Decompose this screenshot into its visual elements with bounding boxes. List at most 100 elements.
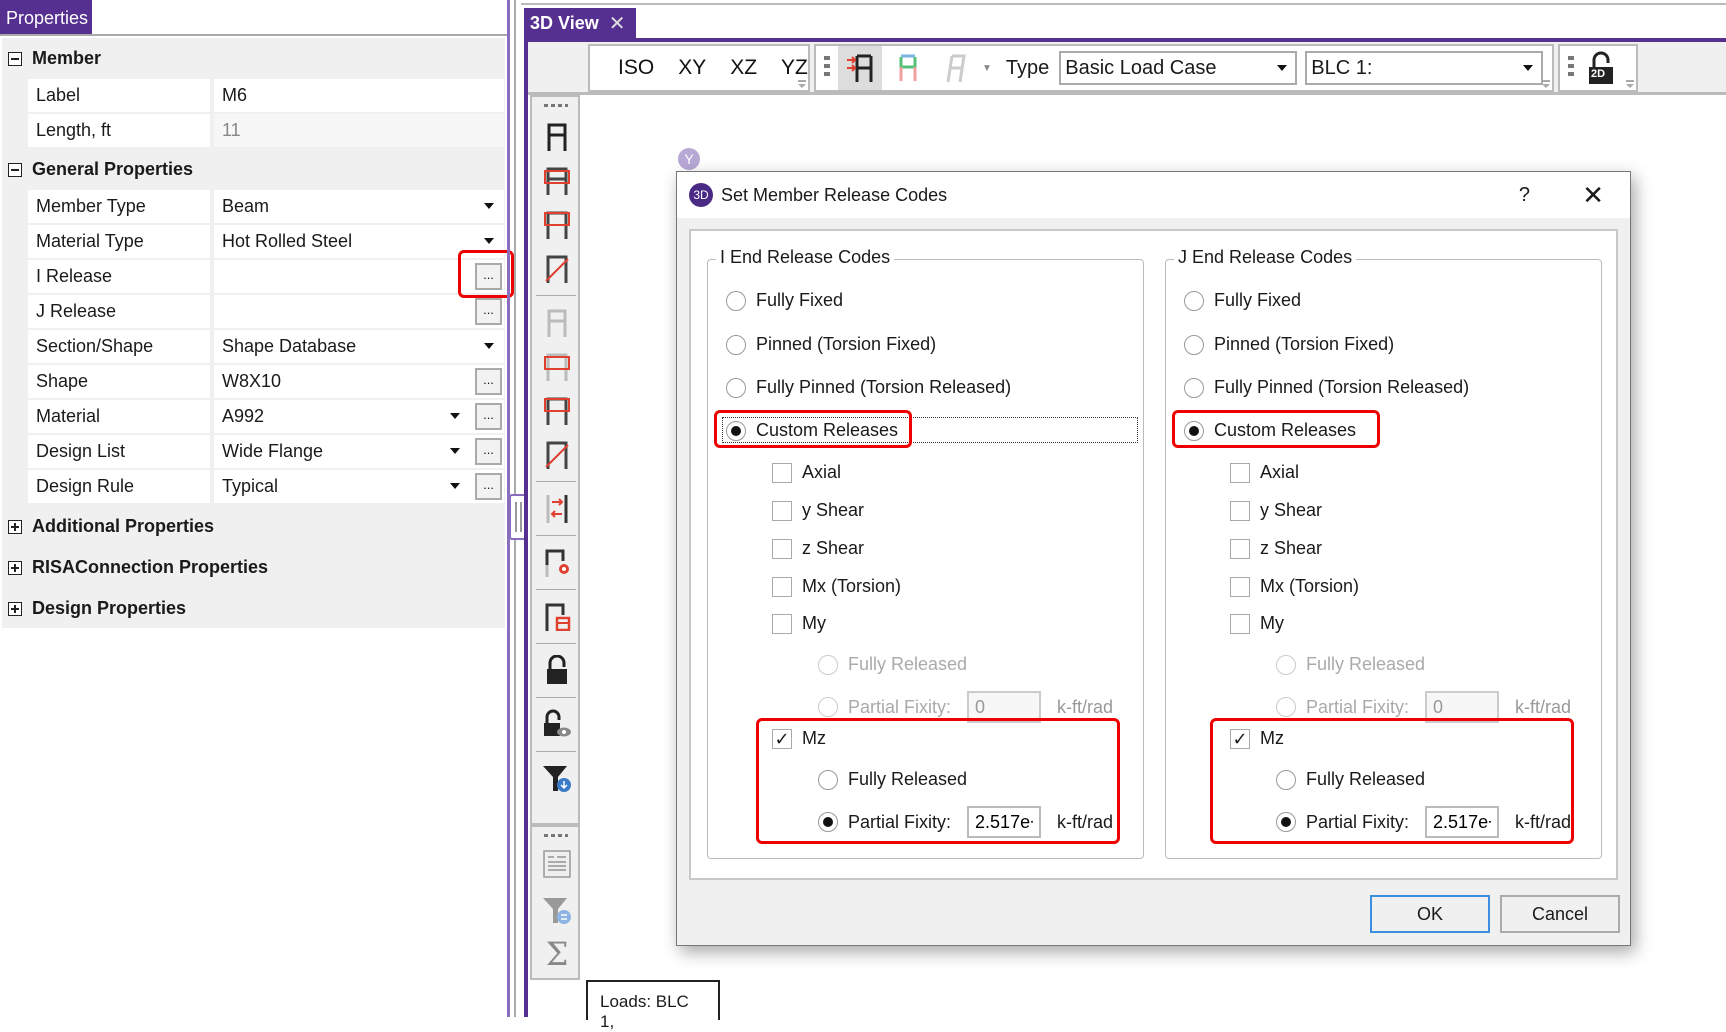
toolbar-overflow-icon[interactable] [1626, 80, 1634, 88]
design-rule-select[interactable]: Typical... [214, 470, 504, 503]
dropdown-arrow-icon[interactable] [450, 413, 460, 419]
checkbox-icon[interactable] [772, 538, 792, 559]
collapse-icon[interactable] [8, 162, 22, 177]
j-axial-checkbox[interactable]: Axial [1230, 462, 1299, 483]
lock-2d-button[interactable]: 2D [1586, 51, 1616, 85]
j-mx-torsion-checkbox[interactable]: Mx (Torsion) [1230, 576, 1359, 597]
j-pinned-radio[interactable]: Pinned (Torsion Fixed) [1184, 334, 1394, 355]
j-release-ellipsis-button[interactable]: ... [475, 298, 502, 325]
filter-download-icon[interactable] [538, 759, 576, 797]
member-release-slash-icon[interactable] [538, 435, 576, 473]
section-shape-select[interactable]: Shape Database [214, 330, 504, 363]
view-yz-button[interactable]: YZ [769, 56, 820, 80]
load-case-select[interactable]: BLC 1: [1305, 51, 1544, 85]
dropdown-arrow-icon[interactable] [450, 448, 460, 454]
checkbox-icon[interactable] [1230, 613, 1250, 634]
tab-3d-view[interactable]: 3D View ✕ [524, 8, 636, 38]
checkbox-icon[interactable] [772, 613, 792, 634]
j-fully-pinned-radio[interactable]: Fully Pinned (Torsion Released) [1184, 377, 1469, 398]
j-release-field[interactable]: ... [214, 295, 504, 328]
radio-icon[interactable] [726, 334, 746, 355]
collapse-icon[interactable] [8, 51, 22, 66]
member-release-icon[interactable] [538, 117, 576, 155]
group-design-header[interactable]: Design Properties [8, 598, 186, 619]
report-icon[interactable] [538, 845, 576, 883]
i-my-checkbox[interactable]: My [772, 613, 826, 634]
dialog-titlebar[interactable]: 3D Set Member Release Codes ? ✕ [677, 172, 1630, 218]
member-release-gray-icon[interactable] [538, 303, 576, 341]
group-member-header[interactable]: Member [8, 48, 101, 69]
member-settings-icon[interactable] [538, 543, 576, 581]
group-additional-header[interactable]: Additional Properties [8, 516, 214, 537]
dropdown-arrow-icon[interactable] [1277, 65, 1288, 71]
design-list-select[interactable]: Wide Flange... [214, 435, 504, 468]
toolbar-grip[interactable] [1568, 56, 1574, 80]
view-iso-button[interactable]: ISO [606, 56, 666, 80]
i-y-shear-checkbox[interactable]: y Shear [772, 500, 864, 521]
expand-icon[interactable] [8, 519, 22, 534]
lock-view-icon[interactable] [538, 705, 576, 743]
j-z-shear-checkbox[interactable]: z Shear [1230, 538, 1322, 559]
properties-tab[interactable]: Properties [0, 0, 92, 35]
radio-icon[interactable] [1184, 290, 1204, 311]
i-pinned-radio[interactable]: Pinned (Torsion Fixed) [726, 334, 936, 355]
member-release-diagonal-icon[interactable] [538, 249, 576, 287]
member-type-select[interactable]: Beam [214, 190, 504, 223]
loads-gray-icon[interactable] [934, 46, 978, 90]
dropdown-arrow-icon[interactable] [484, 343, 494, 349]
close-tab-icon[interactable]: ✕ [609, 11, 626, 36]
radio-icon[interactable] [726, 290, 746, 311]
member-release-pinned-alt-icon[interactable] [538, 391, 576, 429]
design-rule-ellipsis-button[interactable]: ... [475, 473, 502, 500]
design-list-ellipsis-button[interactable]: ... [475, 438, 502, 465]
j-y-shear-checkbox[interactable]: y Shear [1230, 500, 1322, 521]
loads-color-icon[interactable] [886, 46, 930, 90]
toolbar-grip[interactable] [544, 834, 568, 837]
help-button[interactable]: ? [1519, 184, 1530, 207]
close-button[interactable]: ✕ [1582, 180, 1604, 211]
ok-button[interactable]: OK [1370, 895, 1490, 933]
show-loads-icon[interactable] [838, 46, 882, 90]
radio-icon[interactable] [1184, 334, 1204, 355]
view-xy-button[interactable]: XY [666, 56, 718, 80]
checkbox-icon[interactable] [1230, 538, 1250, 559]
expand-icon[interactable] [8, 560, 22, 575]
checkbox-icon[interactable] [772, 462, 792, 483]
member-save-icon[interactable] [538, 597, 576, 635]
sigma-icon[interactable]: Σ [538, 935, 576, 973]
member-release-fixed-alt-icon[interactable] [538, 347, 576, 385]
view-xz-button[interactable]: XZ [718, 56, 769, 80]
checkbox-icon[interactable] [1230, 462, 1250, 483]
checkbox-icon[interactable] [1230, 576, 1250, 597]
radio-icon[interactable] [726, 377, 746, 398]
cancel-button[interactable]: Cancel [1500, 895, 1620, 933]
shape-field[interactable]: W8X10... [214, 365, 504, 398]
i-fully-pinned-radio[interactable]: Fully Pinned (Torsion Released) [726, 377, 1011, 398]
member-release-pinned-icon[interactable] [538, 205, 576, 243]
i-axial-checkbox[interactable]: Axial [772, 462, 841, 483]
i-fully-fixed-radio[interactable]: Fully Fixed [726, 290, 843, 311]
filter-equal-icon[interactable] [538, 891, 576, 929]
j-fully-fixed-radio[interactable]: Fully Fixed [1184, 290, 1301, 311]
lock-icon[interactable] [538, 651, 576, 689]
dropdown-arrow-icon[interactable] [450, 483, 460, 489]
radio-icon[interactable] [1184, 377, 1204, 398]
toolbar-grip[interactable] [544, 104, 568, 107]
checkbox-icon[interactable] [772, 576, 792, 597]
j-my-checkbox[interactable]: My [1230, 613, 1284, 634]
loads-dropdown-arrow-icon[interactable]: ▼ [982, 63, 992, 74]
member-release-fixed-icon[interactable] [538, 161, 576, 199]
toolbar-grip[interactable] [824, 56, 830, 80]
checkbox-icon[interactable] [1230, 500, 1250, 521]
member-end-offset-icon[interactable] [538, 489, 576, 527]
toolbar-overflow-icon[interactable] [1542, 80, 1550, 88]
i-mx-torsion-checkbox[interactable]: Mx (Torsion) [772, 576, 901, 597]
shape-ellipsis-button[interactable]: ... [475, 368, 502, 395]
toolbar-overflow-icon[interactable] [798, 80, 806, 88]
dropdown-arrow-icon[interactable] [484, 238, 494, 244]
material-select[interactable]: A992... [214, 400, 504, 433]
expand-icon[interactable] [8, 601, 22, 616]
checkbox-icon[interactable] [772, 500, 792, 521]
i-z-shear-checkbox[interactable]: z Shear [772, 538, 864, 559]
group-general-header[interactable]: General Properties [8, 159, 193, 180]
